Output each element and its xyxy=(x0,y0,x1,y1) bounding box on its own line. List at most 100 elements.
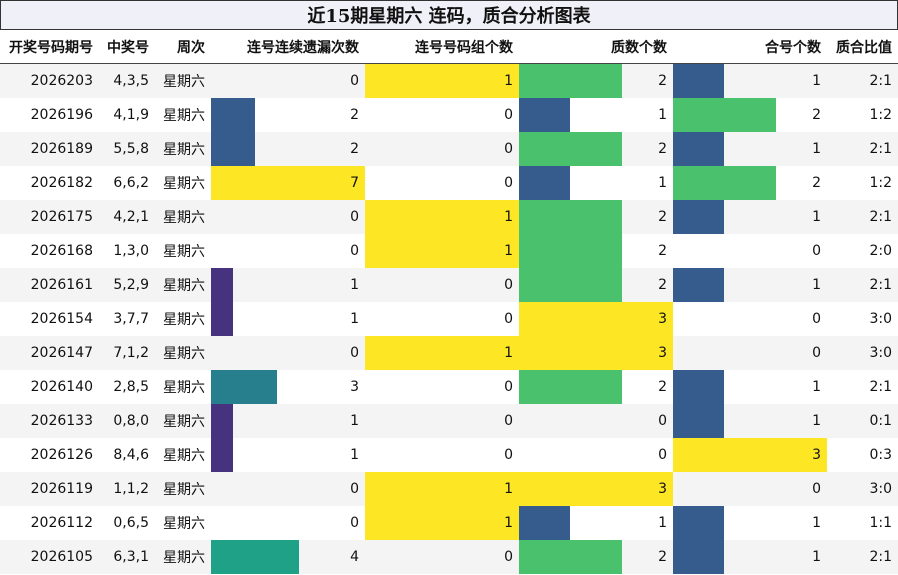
comp-value: 0 xyxy=(812,311,821,327)
table-row: 2026168 1,3,0 星期六 0 1 2 0 2:0 xyxy=(0,234,898,268)
ratio-cell: 2:1 xyxy=(827,268,898,302)
week-cell: 星期六 xyxy=(155,200,211,234)
table-row: 2026175 4,2,1 星期六 0 1 2 1 2:1 xyxy=(0,200,898,234)
prime-value: 3 xyxy=(658,345,667,361)
nums-cell: 0,6,5 xyxy=(99,506,155,540)
miss-value: 2 xyxy=(350,107,359,123)
groups-value: 1 xyxy=(504,209,513,225)
comp-cell: 1 xyxy=(673,370,827,404)
miss-value: 0 xyxy=(350,481,359,497)
ratio-cell: 2:1 xyxy=(827,370,898,404)
ratio-cell: 0:3 xyxy=(827,438,898,472)
table-body: 2026203 4,3,5 星期六 0 1 2 1 2:1 2026196 4,1,9 星期六 2 0 1… xyxy=(0,63,898,574)
groups-value: 0 xyxy=(504,141,513,157)
comp-value: 1 xyxy=(812,209,821,225)
table-row: 2026105 6,3,1 星期六 4 0 2 1 2:1 xyxy=(0,540,898,574)
miss-cell: 0 xyxy=(211,63,365,98)
col-header-comp: 合号个数 xyxy=(673,30,827,64)
week-cell: 星期六 xyxy=(155,132,211,166)
miss-cell: 0 xyxy=(211,506,365,540)
comp-value: 0 xyxy=(812,243,821,259)
issue-cell: 2026203 xyxy=(0,63,99,98)
week-cell: 星期六 xyxy=(155,336,211,370)
comp-value: 1 xyxy=(812,277,821,293)
week-cell: 星期六 xyxy=(155,370,211,404)
comp-value: 1 xyxy=(812,73,821,89)
table-row: 2026112 0,6,5 星期六 0 1 1 1 1:1 xyxy=(0,506,898,540)
nums-cell: 6,3,1 xyxy=(99,540,155,574)
groups-value: 1 xyxy=(504,481,513,497)
miss-cell: 0 xyxy=(211,200,365,234)
groups-value: 0 xyxy=(504,311,513,327)
nums-cell: 7,1,2 xyxy=(99,336,155,370)
comp-cell: 1 xyxy=(673,63,827,98)
col-header-prime: 质数个数 xyxy=(519,30,673,64)
table-row: 2026161 5,2,9 星期六 1 0 2 1 2:1 xyxy=(0,268,898,302)
prime-cell: 2 xyxy=(519,540,673,574)
prime-value: 1 xyxy=(658,175,667,191)
prime-cell: 2 xyxy=(519,200,673,234)
week-cell: 星期六 xyxy=(155,234,211,268)
miss-cell: 0 xyxy=(211,336,365,370)
groups-cell: 1 xyxy=(365,336,519,370)
issue-cell: 2026133 xyxy=(0,404,99,438)
prime-cell: 1 xyxy=(519,98,673,132)
nums-cell: 1,3,0 xyxy=(99,234,155,268)
issue-cell: 2026175 xyxy=(0,200,99,234)
groups-cell: 0 xyxy=(365,166,519,200)
header-row: 开奖号码期号 中奖号 周次 连号连续遗漏次数 连号号码组个数 质数个数 合号个数… xyxy=(0,30,898,64)
groups-value: 1 xyxy=(504,345,513,361)
comp-cell: 2 xyxy=(673,98,827,132)
groups-value: 1 xyxy=(504,515,513,531)
issue-cell: 2026182 xyxy=(0,166,99,200)
issue-cell: 2026147 xyxy=(0,336,99,370)
miss-cell: 7 xyxy=(211,166,365,200)
nums-cell: 4,1,9 xyxy=(99,98,155,132)
prime-cell: 0 xyxy=(519,404,673,438)
table-row: 2026154 3,7,7 星期六 1 0 3 0 3:0 xyxy=(0,302,898,336)
miss-cell: 0 xyxy=(211,234,365,268)
issue-cell: 2026161 xyxy=(0,268,99,302)
ratio-cell: 1:2 xyxy=(827,98,898,132)
groups-value: 0 xyxy=(504,447,513,463)
groups-cell: 0 xyxy=(365,132,519,166)
groups-value: 0 xyxy=(504,549,513,565)
miss-cell: 1 xyxy=(211,302,365,336)
col-header-miss: 连号连续遗漏次数 xyxy=(211,30,365,64)
miss-value: 1 xyxy=(350,311,359,327)
prime-cell: 3 xyxy=(519,302,673,336)
nums-cell: 2,8,5 xyxy=(99,370,155,404)
comp-cell: 1 xyxy=(673,404,827,438)
miss-value: 0 xyxy=(350,73,359,89)
ratio-cell: 2:1 xyxy=(827,63,898,98)
nums-cell: 8,4,6 xyxy=(99,438,155,472)
week-cell: 星期六 xyxy=(155,63,211,98)
prime-value: 3 xyxy=(658,481,667,497)
comp-cell: 3 xyxy=(673,438,827,472)
table-row: 2026182 6,6,2 星期六 7 0 1 2 1:2 xyxy=(0,166,898,200)
issue-cell: 2026140 xyxy=(0,370,99,404)
comp-value: 1 xyxy=(812,413,821,429)
comp-cell: 1 xyxy=(673,506,827,540)
ratio-cell: 0:1 xyxy=(827,404,898,438)
miss-value: 7 xyxy=(350,175,359,191)
comp-cell: 0 xyxy=(673,336,827,370)
nums-cell: 4,3,5 xyxy=(99,63,155,98)
groups-value: 0 xyxy=(504,379,513,395)
miss-value: 0 xyxy=(350,345,359,361)
groups-cell: 0 xyxy=(365,302,519,336)
nums-cell: 0,8,0 xyxy=(99,404,155,438)
miss-value: 0 xyxy=(350,209,359,225)
ratio-cell: 1:1 xyxy=(827,506,898,540)
miss-cell: 3 xyxy=(211,370,365,404)
groups-cell: 0 xyxy=(365,540,519,574)
prime-value: 2 xyxy=(658,73,667,89)
nums-cell: 6,6,2 xyxy=(99,166,155,200)
groups-value: 1 xyxy=(504,243,513,259)
ratio-cell: 3:0 xyxy=(827,336,898,370)
groups-value: 0 xyxy=(504,175,513,191)
groups-cell: 1 xyxy=(365,234,519,268)
table-row: 2026196 4,1,9 星期六 2 0 1 2 1:2 xyxy=(0,98,898,132)
miss-cell: 2 xyxy=(211,132,365,166)
prime-cell: 1 xyxy=(519,166,673,200)
